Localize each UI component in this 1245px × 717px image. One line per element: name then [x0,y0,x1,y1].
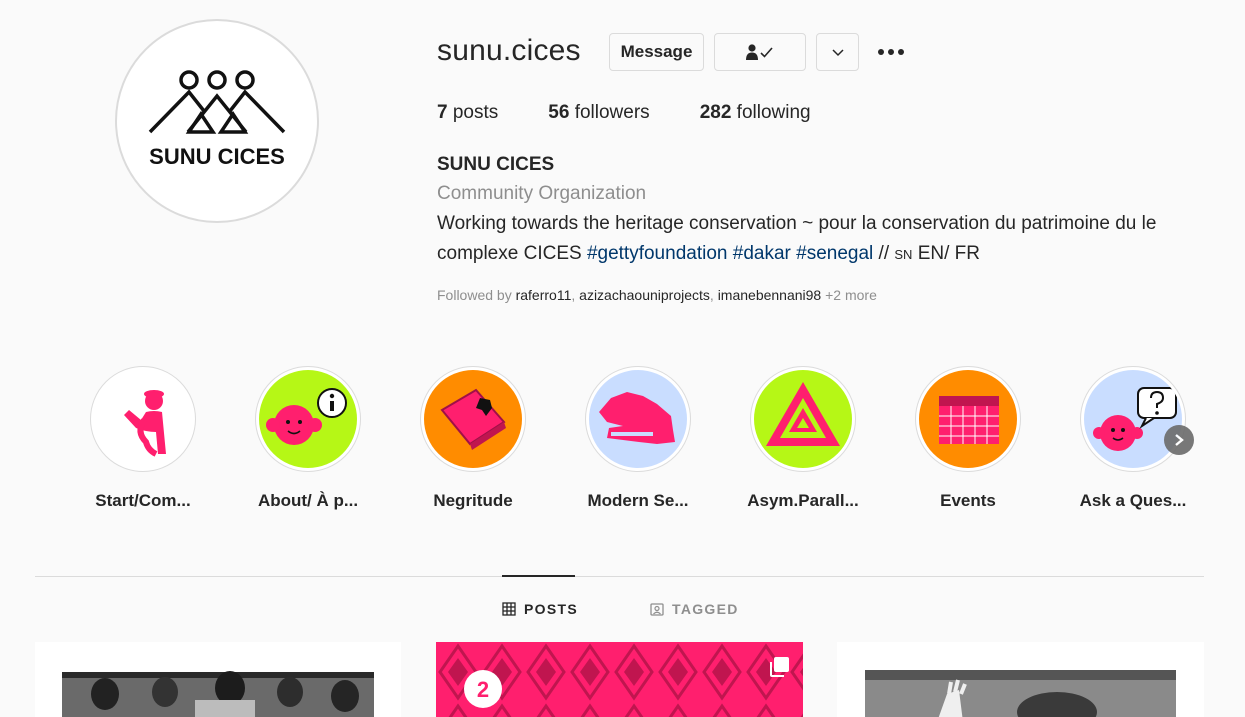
hashtag-link[interactable]: #senegal [796,243,873,264]
book-africa-icon [424,370,522,468]
sunu-cices-logo-icon: SUNU CICES [148,70,286,169]
chevron-down-icon [831,49,844,57]
highlight-asym-parallel[interactable]: Asym.Parall... [728,366,878,511]
post-badge-number: 2 [477,677,489,702]
posts-stat: 7 posts [437,102,499,123]
person-check-icon [746,44,773,60]
tab-posts[interactable]: POSTS [502,601,578,617]
profile-category: Community Organization [437,183,647,204]
highlight-events[interactable]: Events [893,366,1043,511]
profile-username: sunu.cices [437,34,581,67]
carousel-icon [770,657,789,677]
senegal-map-icon [589,370,687,468]
nested-triangle-icon [754,370,852,468]
followers-stat[interactable]: 56 followers [548,102,649,124]
diamond-pattern-graphic: 2 [436,642,803,717]
tabs-divider [35,576,1204,577]
follower-username[interactable]: imanebennani98 [718,287,822,303]
highlights-next-button[interactable] [1164,425,1194,455]
more-options-icon[interactable] [875,38,907,66]
black-white-photo [865,670,1176,717]
highlight-start[interactable]: Start/Com... [68,366,218,511]
following-button[interactable] [714,33,806,71]
profile-bio: SUNU CICES Community Organization Workin… [437,153,1237,269]
suggested-dropdown-button[interactable] [816,33,859,71]
post-thumbnail[interactable] [35,642,401,717]
hashtag-link[interactable]: #gettyfoundation [587,243,728,264]
active-tab-indicator [502,575,575,577]
face-question-icon [1084,370,1182,468]
svg-text:SUNU CICES: SUNU CICES [149,144,285,169]
follower-username[interactable]: raferro11 [516,287,572,303]
following-stat[interactable]: 282 following [700,102,811,124]
profile-stats: 7 posts 56 followers 282 following [437,102,861,124]
grid-icon [502,602,516,616]
post-thumbnail[interactable] [837,642,1204,717]
person-waving-icon [94,370,192,468]
black-white-group-photo [62,671,374,717]
followed-by[interactable]: Followed by raferro11, azizachaouniproje… [437,287,877,303]
hashtag-link[interactable]: #dakar [733,243,791,264]
tagged-person-icon [650,603,664,616]
post-thumbnail[interactable]: 2 [436,642,803,717]
bio-line-1: Working towards the heritage conservatio… [437,213,1157,234]
tab-tagged[interactable]: TAGGED [650,601,739,617]
calendar-icon [919,370,1017,468]
message-button[interactable]: Message [609,33,704,71]
profile-display-name: SUNU CICES [437,154,555,175]
bio-line-2: complexe CICES #gettyfoundation #dakar #… [437,243,981,264]
face-info-icon [259,370,357,468]
highlight-modern-senegal[interactable]: Modern Se... [563,366,713,511]
profile-avatar[interactable]: SUNU CICES [115,19,319,223]
highlight-negritude[interactable]: Negritude [398,366,548,511]
follower-username[interactable]: azizachaouniprojects [579,287,710,303]
highlight-about[interactable]: About/ À p... [233,366,383,511]
chevron-right-icon [1175,434,1184,446]
